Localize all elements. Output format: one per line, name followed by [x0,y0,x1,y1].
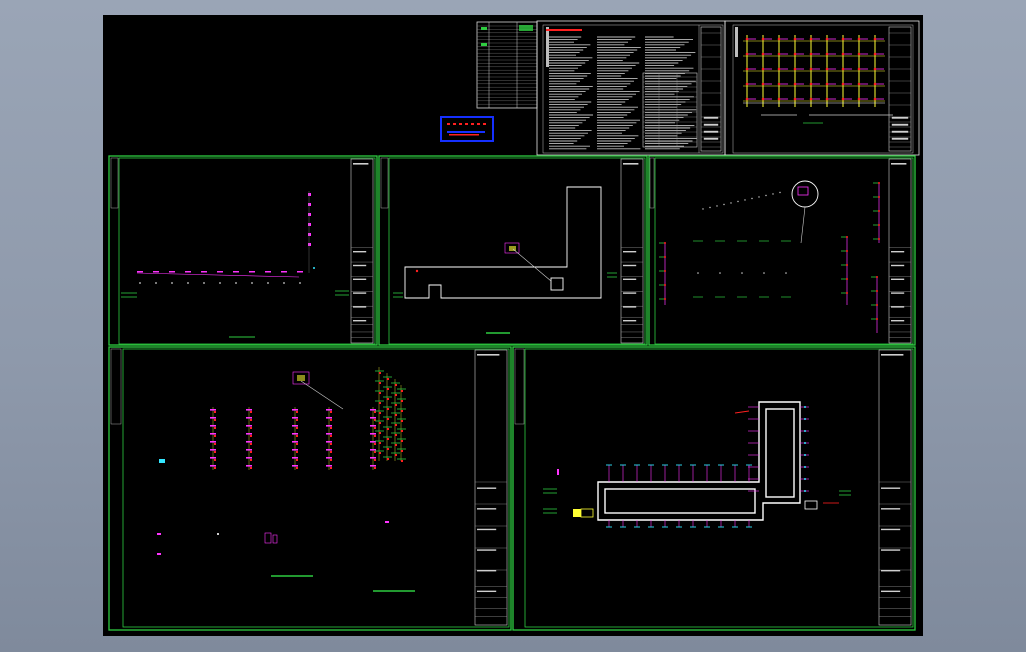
building-outline [404,186,602,299]
plan-5-sheet[interactable] [512,346,916,631]
plan-4-sheet[interactable] [108,346,512,631]
legend-block[interactable] [440,116,494,142]
index-table-sheet[interactable] [476,21,538,109]
cad-drawing-canvas[interactable] [103,15,923,636]
plan-2-sheet[interactable] [378,155,648,346]
plan-1-sheet[interactable] [108,155,378,346]
plan-3-sheet[interactable] [648,155,916,346]
cad-drawing[interactable] [103,15,923,636]
design-notes-sheet[interactable] [536,20,726,156]
building-outline [597,401,801,521]
system-riser-sheet[interactable] [724,20,920,156]
